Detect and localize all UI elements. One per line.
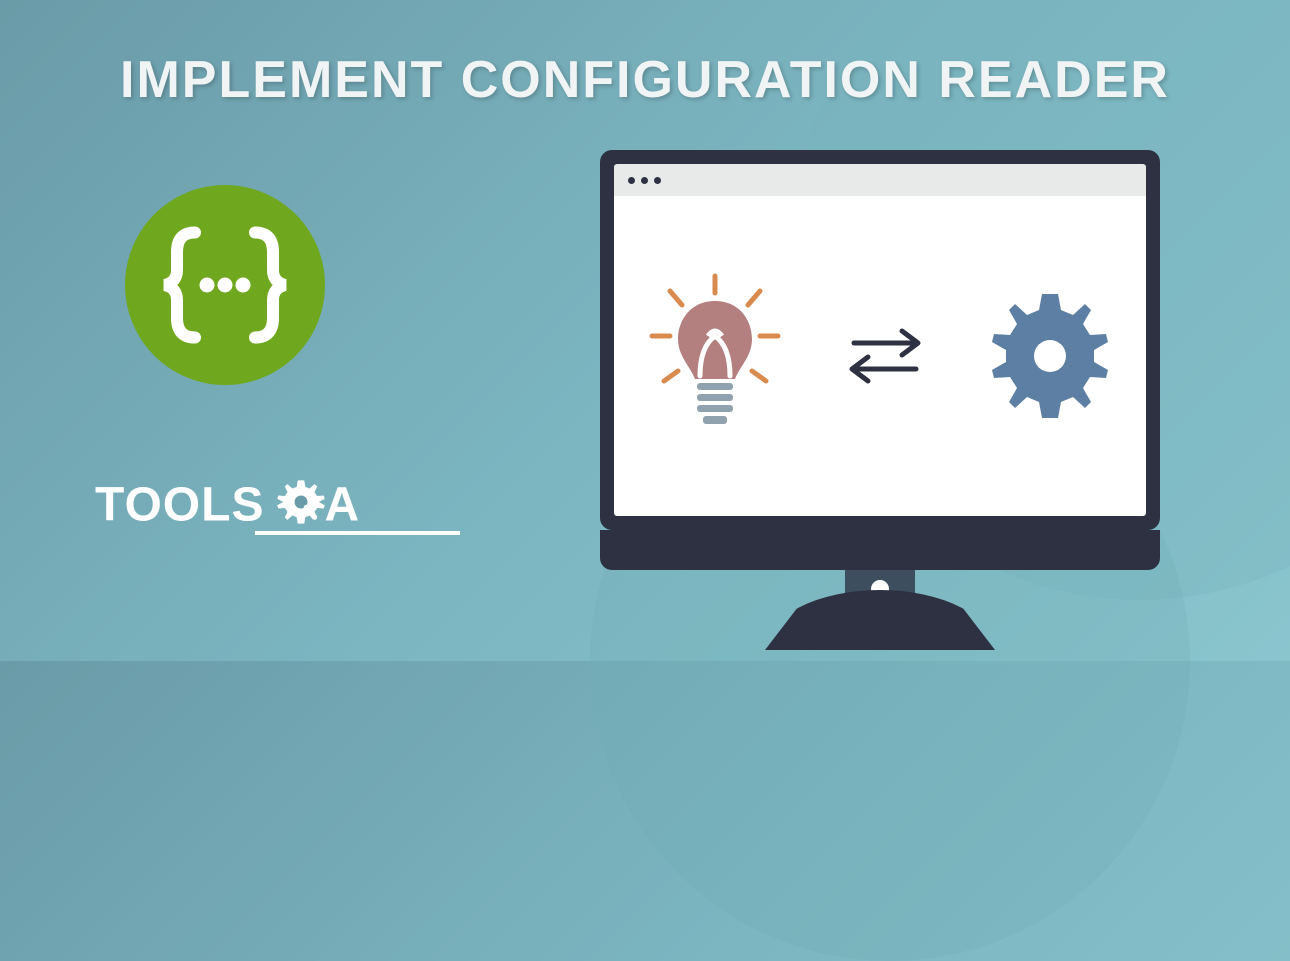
monitor-illustration [600, 150, 1160, 530]
chrome-dot-icon [628, 177, 635, 184]
chrome-dot-icon [641, 177, 648, 184]
monitor-screen [614, 196, 1146, 516]
curly-braces-icon [150, 210, 300, 360]
toolsqa-logo: TOOLS A [95, 475, 360, 541]
monitor-chin [600, 530, 1160, 570]
logo-text-a: TOOLS [95, 479, 264, 532]
logo-text-b: A [324, 479, 360, 532]
page-title: IMPLEMENT CONFIGURATION READER [0, 50, 1290, 110]
monitor-bezel [600, 150, 1160, 530]
browser-chrome [614, 164, 1146, 196]
lightbulb-icon [640, 271, 790, 441]
gear-icon [980, 286, 1120, 426]
logo-text: TOOLS A [95, 475, 360, 541]
logo-gear-icon [274, 475, 328, 541]
json-badge [125, 185, 325, 385]
bidirectional-arrows-icon [840, 321, 930, 391]
chrome-dot-icon [654, 177, 661, 184]
